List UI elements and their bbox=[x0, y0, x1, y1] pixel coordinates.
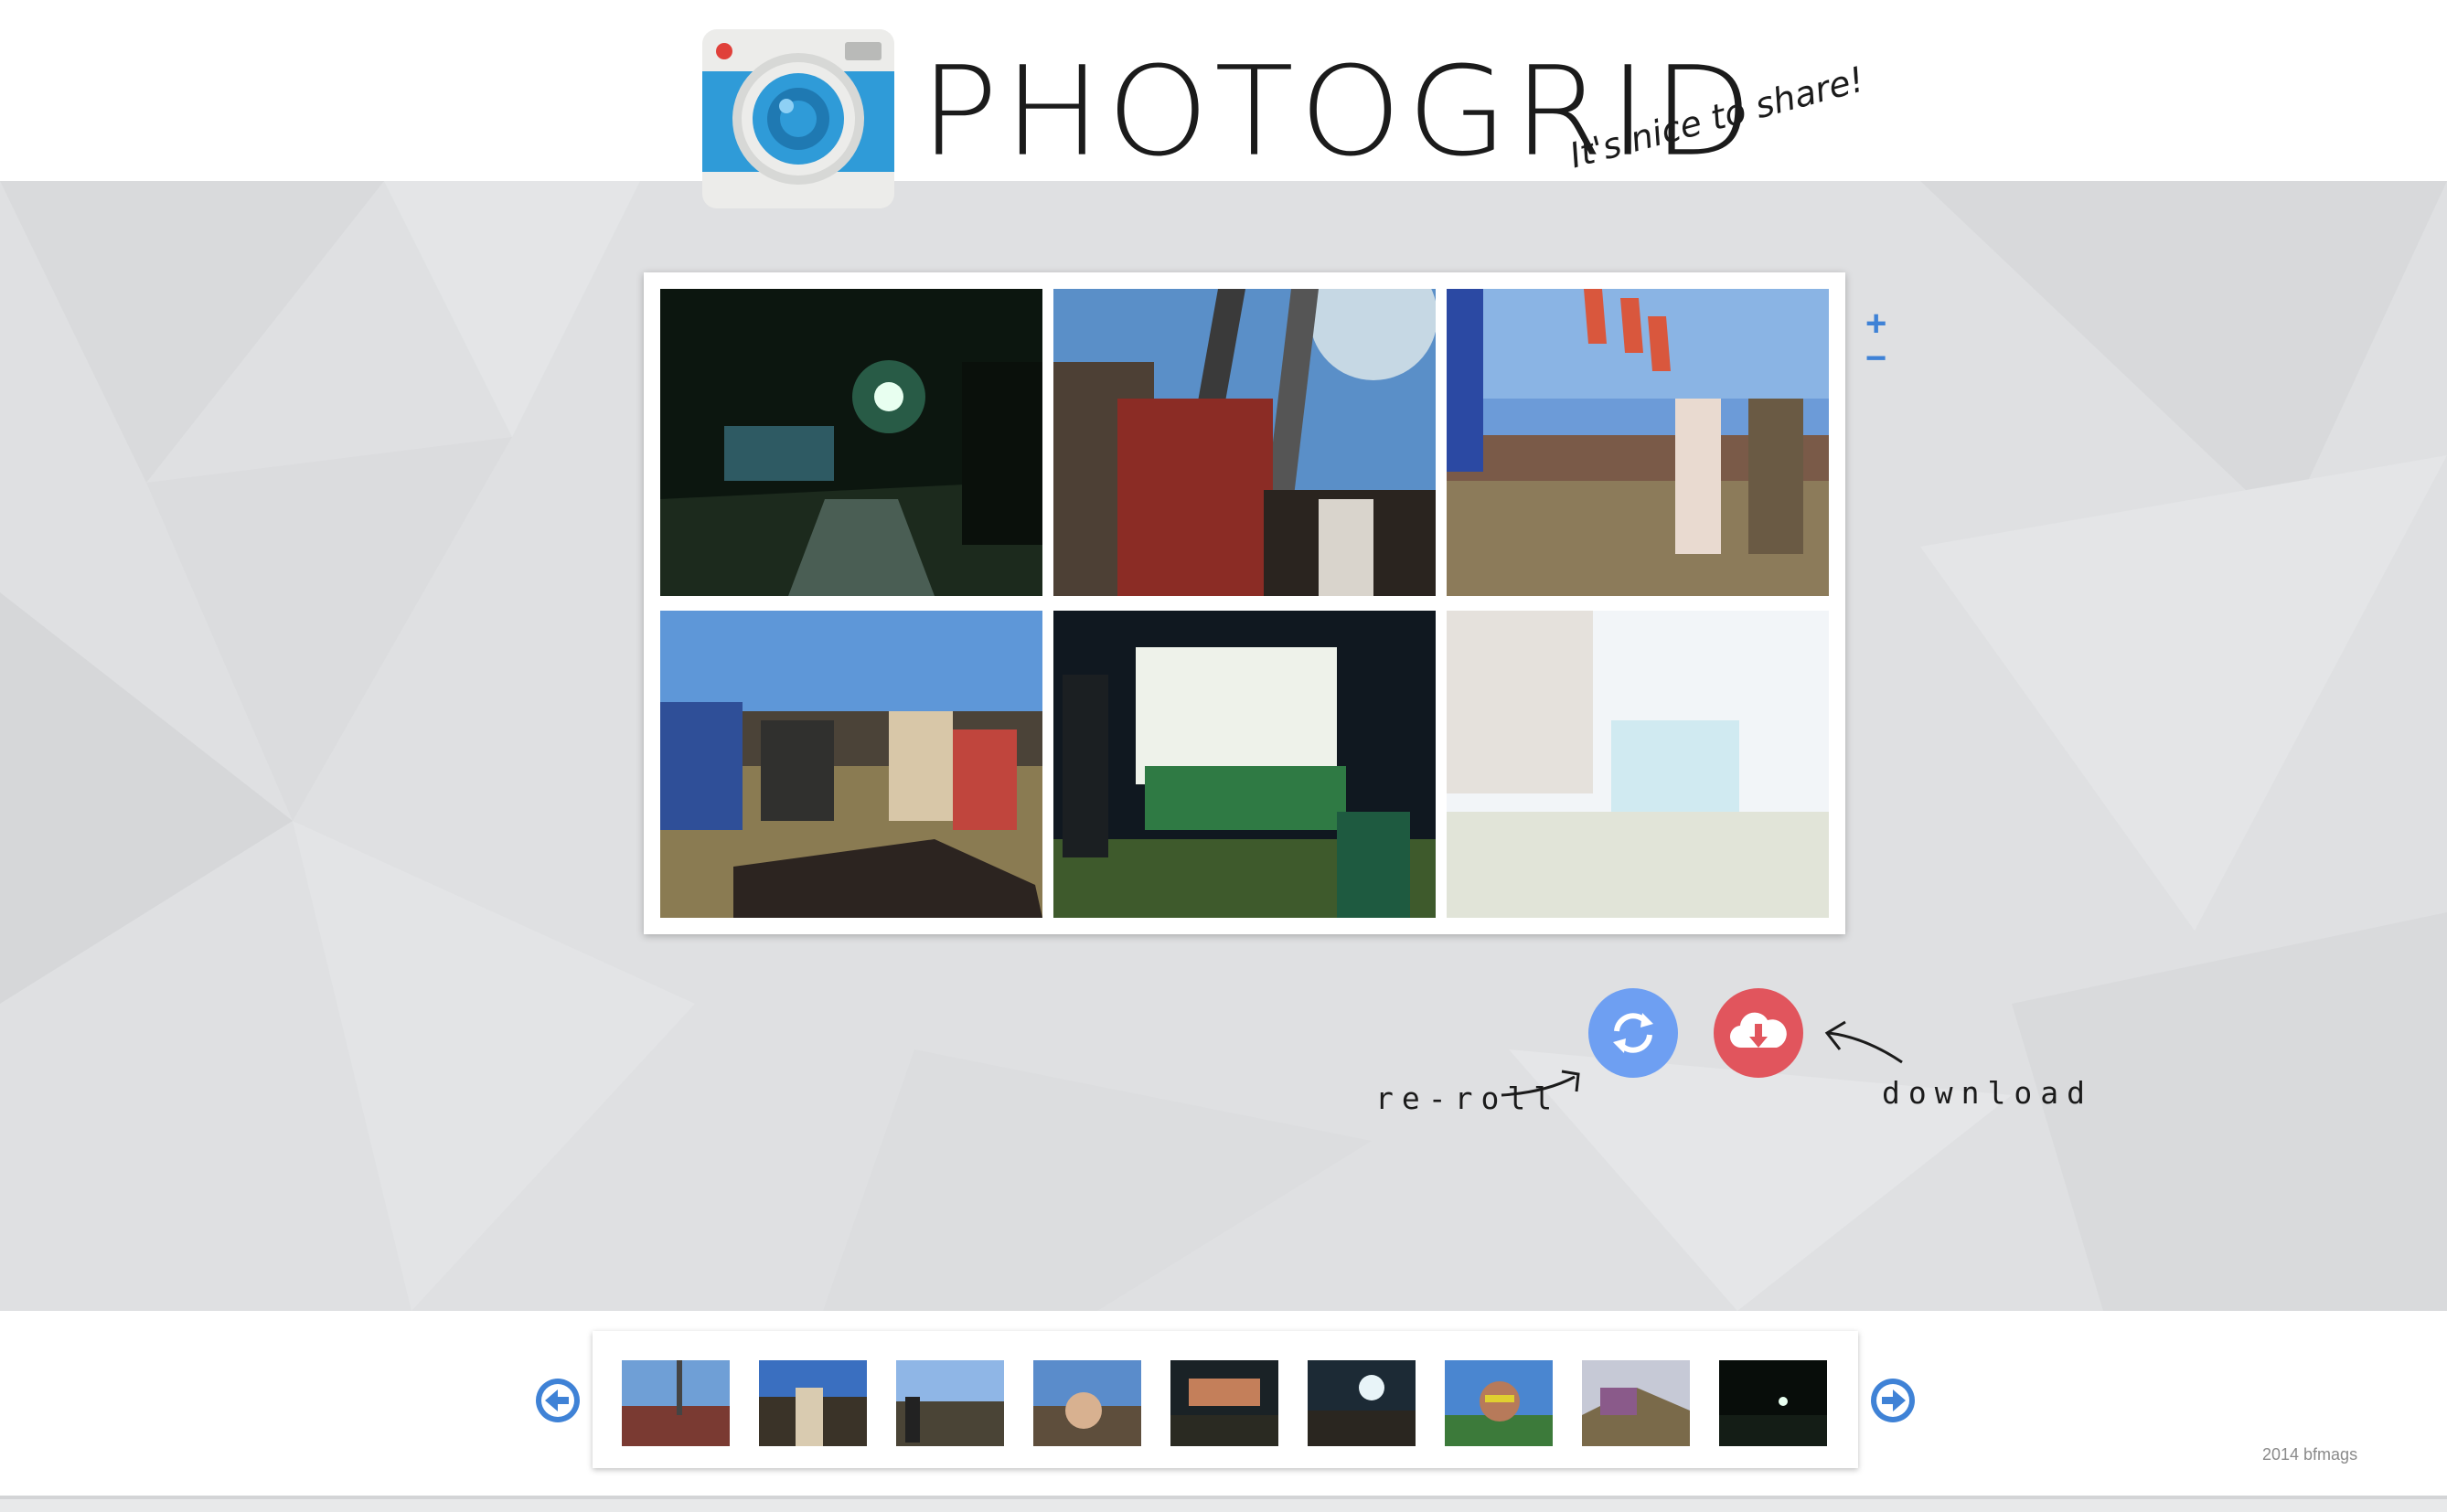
grid-photo-empty[interactable] bbox=[1447, 611, 1829, 918]
footer-shade bbox=[0, 1499, 2447, 1512]
grid-photo[interactable] bbox=[1053, 611, 1436, 918]
thumbnail[interactable] bbox=[1719, 1360, 1827, 1446]
thumbnail[interactable] bbox=[759, 1360, 867, 1446]
download-label: download bbox=[1882, 1075, 2093, 1111]
thumbnail[interactable] bbox=[1170, 1360, 1278, 1446]
thumbnail-strip bbox=[593, 1331, 1858, 1468]
reroll-label: re-roll bbox=[1375, 1081, 1561, 1116]
grid-photo[interactable] bbox=[1053, 289, 1436, 596]
thumbnail[interactable] bbox=[622, 1360, 730, 1446]
refresh-icon bbox=[1613, 1013, 1653, 1053]
thumbnail[interactable] bbox=[896, 1360, 1004, 1446]
download-button[interactable] bbox=[1714, 988, 1803, 1078]
grid-photo[interactable] bbox=[1447, 289, 1829, 596]
grid-photo[interactable] bbox=[660, 611, 1042, 918]
thumbnail[interactable] bbox=[1308, 1360, 1416, 1446]
thumbnail[interactable] bbox=[1033, 1360, 1141, 1446]
thumbnail[interactable] bbox=[1582, 1360, 1690, 1446]
arrow-right-icon[interactable] bbox=[1869, 1377, 1917, 1424]
camera-icon bbox=[702, 29, 894, 208]
zoom-out-button[interactable]: − bbox=[1865, 338, 1886, 379]
reroll-button[interactable] bbox=[1588, 988, 1678, 1078]
cloud-download-icon bbox=[1729, 1012, 1787, 1049]
footer-credit: 2014 bfmags bbox=[2262, 1445, 2358, 1464]
thumbnail[interactable] bbox=[1445, 1360, 1553, 1446]
photo-grid bbox=[644, 272, 1845, 934]
arrow-left-icon[interactable] bbox=[534, 1377, 582, 1424]
grid-photo[interactable] bbox=[660, 289, 1042, 596]
